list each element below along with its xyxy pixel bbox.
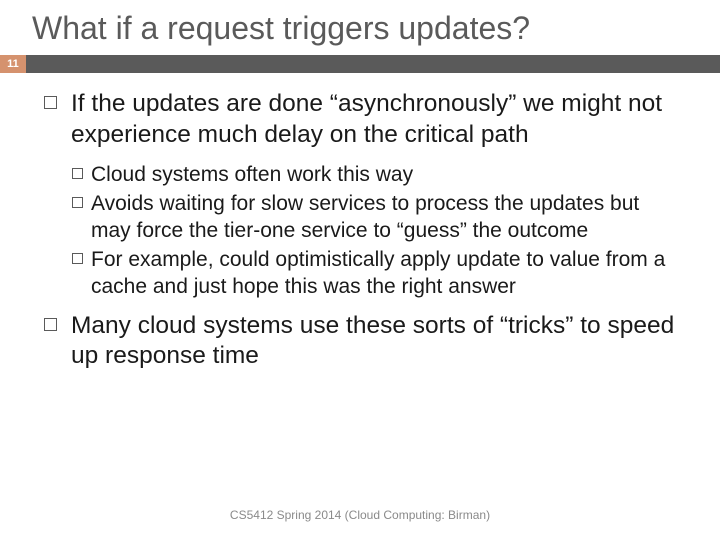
square-bullet-icon <box>72 253 83 264</box>
sub-bullet-list: Cloud systems often work this way Avoids… <box>44 162 676 300</box>
bullet-text: If the updates are done “asynchronously”… <box>71 89 676 150</box>
bullet-text: Many cloud systems use these sorts of “t… <box>71 311 676 372</box>
square-bullet-icon <box>72 168 83 179</box>
square-bullet-icon <box>72 197 83 208</box>
sub-bullet-item: Avoids waiting for slow services to proc… <box>72 191 676 245</box>
slide-number-bar: 11 <box>0 55 720 73</box>
sub-bullet-text: Cloud systems often work this way <box>91 162 413 189</box>
sub-bullet-text: Avoids waiting for slow services to proc… <box>91 191 676 245</box>
slide-footer: CS5412 Spring 2014 (Cloud Computing: Bir… <box>0 508 720 522</box>
square-bullet-icon <box>44 96 57 109</box>
title-area: What if a request triggers updates? <box>0 0 720 55</box>
bullet-item: Many cloud systems use these sorts of “t… <box>44 311 676 372</box>
content-area: If the updates are done “asynchronously”… <box>0 89 720 372</box>
slide-title: What if a request triggers updates? <box>32 10 688 47</box>
sub-bullet-text: For example, could optimistically apply … <box>91 247 676 301</box>
square-bullet-icon <box>44 318 57 331</box>
slide-number-badge: 11 <box>0 55 26 73</box>
sub-bullet-item: For example, could optimistically apply … <box>72 247 676 301</box>
sub-bullet-item: Cloud systems often work this way <box>72 162 676 189</box>
bullet-item: If the updates are done “asynchronously”… <box>44 89 676 150</box>
divider-bar <box>26 55 720 73</box>
